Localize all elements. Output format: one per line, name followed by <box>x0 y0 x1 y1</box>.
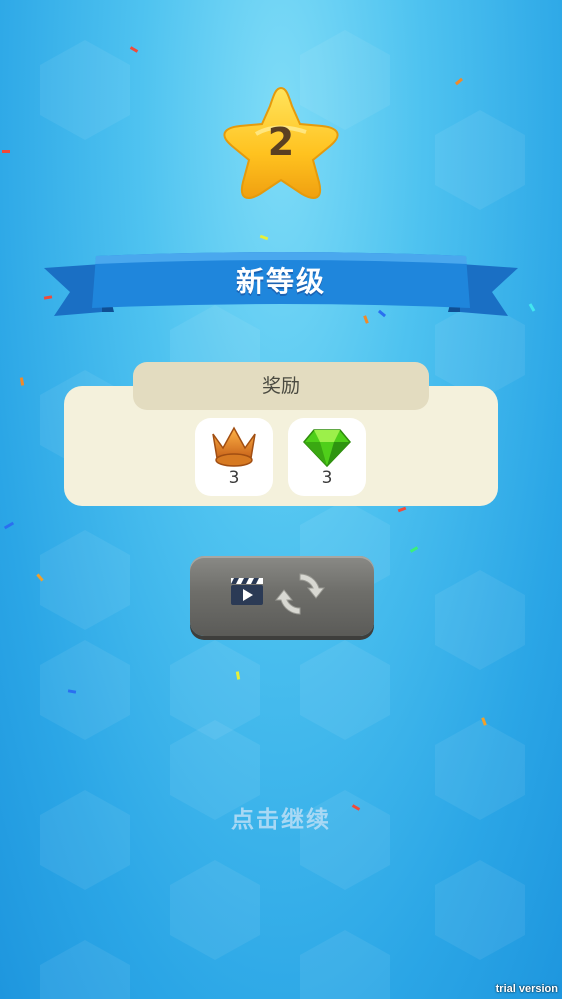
reward-item-gem: 3 <box>288 418 366 496</box>
new-level-title: 新等级 <box>235 265 326 298</box>
confetti-piece <box>2 150 10 153</box>
confetti-piece <box>409 546 419 553</box>
level-number: 2 <box>267 120 295 164</box>
confetti-piece <box>19 377 25 386</box>
gem-icon <box>302 429 352 468</box>
crown-icon <box>212 426 256 467</box>
confetti-piece <box>397 506 407 513</box>
watch-video-button[interactable] <box>190 556 374 636</box>
confetti-piece <box>3 521 15 530</box>
confetti-piece <box>67 689 77 694</box>
gem-count: 3 <box>321 468 333 488</box>
refresh-icon <box>274 573 326 615</box>
reward-header: 奖励 <box>133 362 429 410</box>
tap-to-continue[interactable]: 点击继续 <box>0 800 562 834</box>
confetti-piece <box>454 77 464 86</box>
confetti-piece <box>259 234 269 241</box>
confetti-piece <box>36 573 44 582</box>
confetti-piece <box>129 46 139 53</box>
confetti-piece <box>528 303 536 312</box>
confetti-piece <box>481 717 487 726</box>
level-star: 2 <box>216 82 346 206</box>
clapperboard-icon <box>231 578 263 605</box>
reward-item-crown: 3 <box>195 418 273 496</box>
trial-version-watermark: trial version <box>495 983 558 995</box>
confetti-piece <box>235 671 241 680</box>
crown-count: 3 <box>228 468 240 488</box>
